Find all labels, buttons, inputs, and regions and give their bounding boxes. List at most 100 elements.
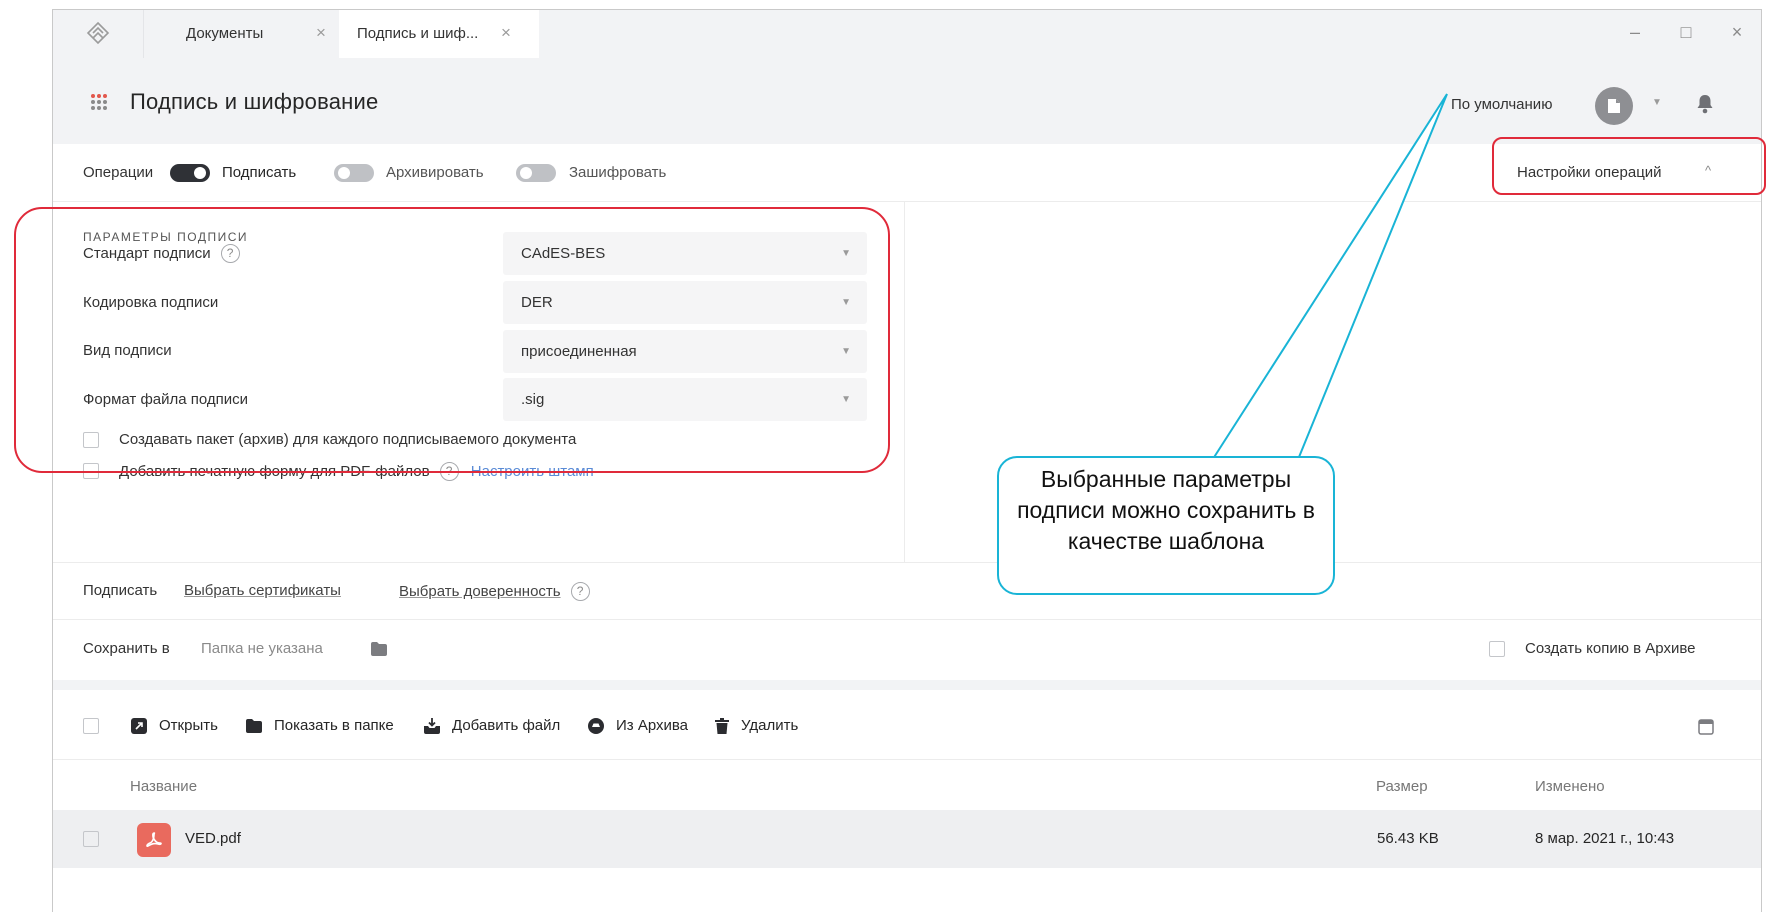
from-archive-label: Из Архива <box>616 717 689 734</box>
open-label: Открыть <box>159 717 218 734</box>
annotation-text: Выбранные параметры подписи можно сохран… <box>1017 466 1315 554</box>
file-size: 56.43 KB <box>1377 830 1439 847</box>
table-row[interactable]: VED.pdf 56.43 KB 8 мар. 2021 г., 10:43 <box>53 810 1761 868</box>
operation-settings-button[interactable]: Настройки операций <box>1517 164 1662 181</box>
select-all-checkbox[interactable] <box>83 718 99 734</box>
page-header: Подпись и шифрование По умолчанию ▼ <box>53 58 1761 144</box>
from-archive-button[interactable]: Из Архива <box>588 717 688 734</box>
close-icon[interactable]: × <box>501 23 511 43</box>
chevron-down-icon: ▼ <box>841 394 851 405</box>
operations-row: Операции Подписать Архивировать Зашифров… <box>53 144 1761 202</box>
column-size-header[interactable]: Размер <box>1376 778 1428 795</box>
delete-label: Удалить <box>741 717 799 734</box>
tab-documents[interactable]: Документы × <box>143 10 339 58</box>
chevron-down-icon[interactable]: ▼ <box>1652 97 1662 108</box>
copy-to-archive-checkbox[interactable] <box>1489 641 1505 657</box>
folder-icon <box>246 718 262 733</box>
open-icon <box>131 717 147 734</box>
apps-grid-icon[interactable] <box>90 93 108 116</box>
row-checkbox[interactable] <box>83 831 99 847</box>
avatar[interactable] <box>1595 87 1633 125</box>
column-layout-icon[interactable] <box>1698 719 1714 735</box>
select-proxy-link[interactable]: Выбрать доверенность <box>399 583 561 600</box>
sign-row: Подписать Выбрать сертификаты Выбрать до… <box>53 562 1761 620</box>
param-standard-label: Стандарт подписи? <box>83 244 240 263</box>
signature-encoding-select[interactable]: DER ▼ <box>503 281 867 324</box>
close-icon[interactable]: × <box>316 23 326 43</box>
show-in-folder-label: Показать в папке <box>274 717 394 734</box>
bell-icon[interactable] <box>1696 94 1714 119</box>
param-type-label: Вид подписи <box>83 342 172 359</box>
toggle-encrypt[interactable] <box>516 164 556 182</box>
file-modified: 8 мар. 2021 г., 10:43 <box>1535 830 1675 847</box>
app-window: Документы × Подпись и шиф... × – □ × Под… <box>52 9 1762 912</box>
select-proxy-wrapper: Выбрать доверенность? <box>399 582 590 601</box>
print-form-label: Добавить печатную форму для PDF-файлов? … <box>119 462 594 481</box>
toggle-sign-label: Подписать <box>222 164 297 181</box>
page-title: Подпись и шифрование <box>130 89 379 114</box>
title-bar: Документы × Подпись и шиф... × – □ × <box>53 10 1761 58</box>
select-value: .sig <box>521 391 545 408</box>
chevron-up-icon[interactable]: ^ <box>1705 163 1711 178</box>
folder-icon[interactable] <box>371 642 387 656</box>
delete-button[interactable]: Удалить <box>715 717 798 734</box>
column-modified-header[interactable]: Изменено <box>1535 778 1605 795</box>
add-file-icon <box>424 717 440 734</box>
file-name: VED.pdf <box>185 830 241 847</box>
show-in-folder-button[interactable]: Показать в папке <box>246 717 394 734</box>
signature-format-select[interactable]: .sig ▼ <box>503 378 867 421</box>
toggle-sign[interactable] <box>170 164 210 182</box>
chevron-down-icon: ▼ <box>841 297 851 308</box>
create-archive-label: Создавать пакет (архив) для каждого подп… <box>119 431 577 448</box>
maximize-button[interactable]: □ <box>1674 22 1698 43</box>
param-encoding-label: Кодировка подписи <box>83 294 219 311</box>
minimize-button[interactable]: – <box>1623 22 1647 43</box>
tab-label: Документы <box>186 25 264 42</box>
tab-sign-encrypt[interactable]: Подпись и шиф... × <box>339 10 539 58</box>
sign-label: Подписать <box>83 582 158 599</box>
print-form-checkbox[interactable] <box>83 463 99 479</box>
operations-label: Операции <box>83 164 154 181</box>
select-certificates-link[interactable]: Выбрать сертификаты <box>184 582 341 599</box>
app-logo-icon <box>53 10 143 58</box>
section-title: ПАРАМЕТРЫ ПОДПИСИ <box>83 230 248 244</box>
archive-icon <box>588 717 604 734</box>
signature-standard-select[interactable]: CAdES-BES ▼ <box>503 232 867 275</box>
window-close-button[interactable]: × <box>1725 22 1749 43</box>
table-header: Название Размер Изменено <box>53 760 1761 810</box>
configure-stamp-link[interactable]: Настроить штамп <box>471 463 594 480</box>
help-icon[interactable]: ? <box>220 244 240 263</box>
toggle-archive-label: Архивировать <box>386 164 484 181</box>
folder-not-set-label[interactable]: Папка не указана <box>201 640 323 657</box>
chevron-down-icon: ▼ <box>841 248 851 259</box>
profile-template-label[interactable]: По умолчанию <box>1451 96 1552 113</box>
param-label-text: Стандарт подписи <box>83 245 211 262</box>
select-value: DER <box>521 294 553 311</box>
profile-icon <box>1608 99 1620 113</box>
select-value: CAdES-BES <box>521 245 606 262</box>
signature-params-panel: ПАРАМЕТРЫ ПОДПИСИ Стандарт подписи? CAdE… <box>53 202 905 562</box>
select-value: присоединенная <box>521 343 637 360</box>
pdf-file-icon <box>137 823 171 857</box>
toggle-archive[interactable] <box>334 164 374 182</box>
create-archive-checkbox[interactable] <box>83 432 99 448</box>
help-icon[interactable]: ? <box>570 582 590 601</box>
file-toolbar: Открыть Показать в папке Добавить файл И… <box>53 690 1761 760</box>
copy-to-archive-label: Создать копию в Архиве <box>1525 640 1696 657</box>
param-format-label: Формат файла подписи <box>83 391 249 408</box>
tab-label: Подпись и шиф... <box>357 25 479 42</box>
trash-icon <box>715 717 729 734</box>
signature-type-select[interactable]: присоединенная ▼ <box>503 330 867 373</box>
column-name-header[interactable]: Название <box>130 778 197 795</box>
annotation-callout: Выбранные параметры подписи можно сохран… <box>997 456 1335 595</box>
chevron-down-icon: ▼ <box>841 346 851 357</box>
print-form-text: Добавить печатную форму для PDF-файлов <box>119 463 430 480</box>
save-to-label: Сохранить в <box>83 640 170 657</box>
add-file-label: Добавить файл <box>452 717 561 734</box>
save-location-row: Сохранить в Папка не указана Создать коп… <box>53 620 1761 680</box>
add-file-button[interactable]: Добавить файл <box>424 717 560 734</box>
open-button[interactable]: Открыть <box>131 717 218 734</box>
help-icon[interactable]: ? <box>439 462 459 481</box>
toggle-encrypt-label: Зашифровать <box>569 164 667 181</box>
section-divider <box>53 680 1761 690</box>
